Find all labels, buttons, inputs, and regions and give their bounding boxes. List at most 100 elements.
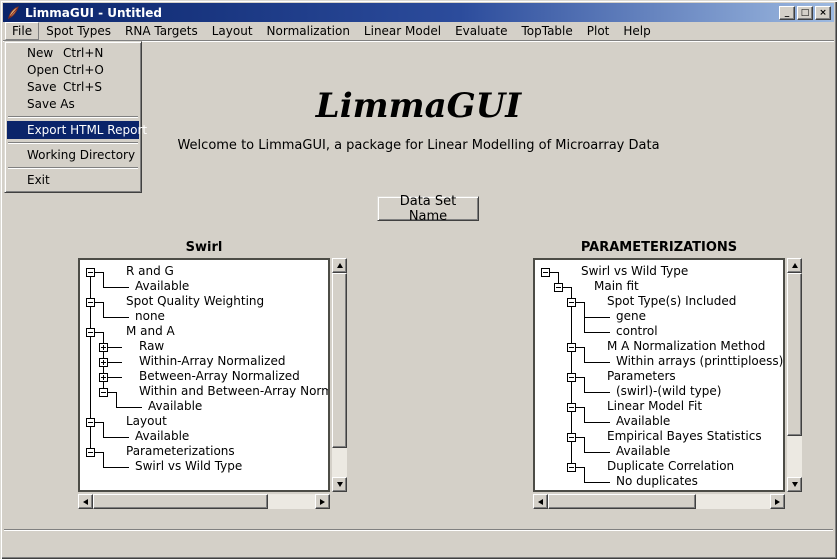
expand-box-minus[interactable]	[567, 433, 576, 442]
tree-node-label[interactable]: Main fit	[594, 279, 639, 294]
expand-box-minus[interactable]	[567, 298, 576, 307]
tree-node-label[interactable]: Available	[148, 399, 202, 414]
expand-box-minus[interactable]	[567, 343, 576, 352]
tree-node-label[interactable]: R and G	[126, 264, 174, 279]
parameterizations-tree-title: PARAMETERIZATIONS	[533, 240, 785, 256]
data-set-name-button[interactable]: Data Set Name	[377, 196, 479, 221]
expand-box-plus[interactable]	[99, 358, 108, 367]
minimize-button[interactable]: _	[779, 6, 795, 20]
menuitem-working-directory[interactable]: Working Directory	[7, 147, 139, 164]
tree-node-label[interactable]: Duplicate Correlation	[607, 459, 734, 474]
expand-box-minus[interactable]	[554, 283, 563, 292]
tree-node-label[interactable]: Available	[135, 429, 189, 444]
tree-line	[584, 392, 610, 393]
expand-box-minus[interactable]	[541, 268, 550, 277]
hscrollbar-thumb[interactable]	[548, 494, 696, 509]
tree-line	[584, 332, 610, 333]
tree-line	[95, 332, 103, 333]
tree-node-label[interactable]: No duplicates	[616, 474, 698, 489]
menu-layout[interactable]: Layout	[205, 22, 260, 40]
tree-line	[576, 407, 584, 408]
scroll-left-button[interactable]	[533, 494, 548, 509]
titlebar[interactable]: LimmaGUI - Untitled _ □ ×	[3, 3, 834, 22]
scroll-up-button[interactable]	[787, 258, 802, 273]
vscrollbar-thumb[interactable]	[787, 273, 802, 436]
tree-node-label[interactable]: Between-Array Normalized	[139, 369, 300, 384]
tree-node-label[interactable]: Within and Between-Array Norm	[139, 384, 330, 399]
tree-line	[103, 437, 129, 438]
menuitem-new[interactable]: NewCtrl+N	[7, 45, 139, 62]
menu-spot-types[interactable]: Spot Types	[39, 22, 118, 40]
menu-rna-targets[interactable]: RNA Targets	[118, 22, 205, 40]
menuitem-save[interactable]: SaveCtrl+S	[7, 79, 139, 96]
hscrollbar-thumb[interactable]	[93, 494, 268, 509]
expand-box-plus[interactable]	[99, 343, 108, 352]
scroll-down-button[interactable]	[332, 477, 347, 492]
tree-node-label[interactable]: Within-Array Normalized	[139, 354, 285, 369]
tree-node-label[interactable]: Linear Model Fit	[607, 399, 702, 414]
hscrollbar-track[interactable]	[548, 494, 770, 509]
tree-node-label[interactable]: Spot Type(s) Included	[607, 294, 736, 309]
expand-box-minus[interactable]	[567, 373, 576, 382]
tree-node-label[interactable]: none	[135, 309, 165, 324]
menuitem-exit[interactable]: Exit	[7, 172, 139, 189]
scroll-right-button[interactable]	[315, 494, 330, 509]
tree-line	[563, 287, 571, 288]
tree-node-label[interactable]: Raw	[139, 339, 164, 354]
expand-box-minus[interactable]	[567, 463, 576, 472]
tree-node-label[interactable]: Layout	[126, 414, 167, 429]
tree-node-label[interactable]: (swirl)-(wild type)	[616, 384, 721, 399]
menu-normalization[interactable]: Normalization	[260, 22, 357, 40]
menu-linear-model[interactable]: Linear Model	[357, 22, 448, 40]
vscrollbar-track[interactable]	[787, 273, 802, 477]
parameterizations-tree-hscrollbar	[533, 494, 785, 509]
dataset-tree-panel: Swirl R and GAvailableSpot Quality Weigh…	[78, 240, 347, 510]
expand-box-minus[interactable]	[567, 403, 576, 412]
tree-node-label[interactable]: M A Normalization Method	[607, 339, 765, 354]
tree-node-label[interactable]: Available	[616, 414, 670, 429]
tree-line	[584, 452, 610, 453]
tree-node-label[interactable]: Available	[616, 444, 670, 459]
tree-node-label[interactable]: Spot Quality Weighting	[126, 294, 264, 309]
expand-box-minus[interactable]	[86, 298, 95, 307]
menu-plot[interactable]: Plot	[580, 22, 617, 40]
triangle-up-icon	[337, 263, 343, 268]
tree-line	[584, 317, 610, 318]
expand-box-minus[interactable]	[86, 418, 95, 427]
vscrollbar-track[interactable]	[332, 273, 347, 477]
tree-node-label[interactable]: Swirl vs Wild Type	[135, 459, 242, 474]
tree-line	[576, 377, 584, 378]
tree-line	[550, 272, 558, 273]
maximize-button[interactable]: □	[797, 6, 813, 20]
close-button[interactable]: ×	[815, 6, 831, 20]
menuitem-save-as[interactable]: Save As	[7, 96, 139, 113]
menuitem-accelerator: Ctrl+S	[63, 79, 102, 96]
tree-node-label[interactable]: gene	[616, 309, 646, 324]
expand-box-minus[interactable]	[86, 328, 95, 337]
menu-help[interactable]: Help	[616, 22, 657, 40]
menu-evaluate[interactable]: Evaluate	[448, 22, 514, 40]
menuitem-label: Export HTML Report	[27, 123, 147, 137]
vscrollbar-thumb[interactable]	[332, 273, 347, 448]
tree-node-label[interactable]: M and A	[126, 324, 175, 339]
tree-node-label[interactable]: Parameters	[607, 369, 676, 384]
tree-node-label[interactable]: Within arrays (printtiploess) a	[616, 354, 785, 369]
expand-box-minus[interactable]	[86, 448, 95, 457]
expand-box-plus[interactable]	[99, 373, 108, 382]
menuitem-export-html-report[interactable]: Export HTML Report	[7, 121, 139, 139]
scroll-up-button[interactable]	[332, 258, 347, 273]
expand-box-minus[interactable]	[99, 388, 108, 397]
hscrollbar-track[interactable]	[93, 494, 315, 509]
tree-node-label[interactable]: Available	[135, 279, 189, 294]
menu-file[interactable]: File	[5, 22, 39, 40]
expand-box-minus[interactable]	[86, 268, 95, 277]
scroll-down-button[interactable]	[787, 477, 802, 492]
scroll-left-button[interactable]	[78, 494, 93, 509]
tree-node-label[interactable]: Empirical Bayes Statistics	[607, 429, 762, 444]
tree-node-label[interactable]: Parameterizations	[126, 444, 235, 459]
menu-toptable[interactable]: TopTable	[514, 22, 579, 40]
menuitem-open[interactable]: OpenCtrl+O	[7, 62, 139, 79]
scroll-right-button[interactable]	[770, 494, 785, 509]
tree-node-label[interactable]: control	[616, 324, 658, 339]
tree-node-label[interactable]: Swirl vs Wild Type	[581, 264, 688, 279]
